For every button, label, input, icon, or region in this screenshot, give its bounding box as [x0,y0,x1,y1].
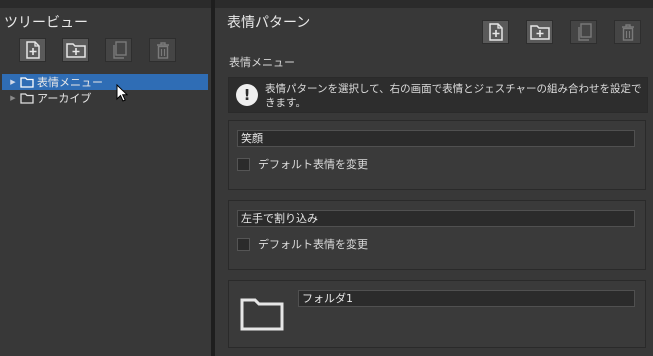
tree-view: ▶ 表情メニュー ▶ アーカイブ [2,74,208,106]
add-pattern-button[interactable] [482,20,509,44]
expand-arrow-icon[interactable]: ▶ [8,78,18,86]
delete-pattern-button[interactable] [614,20,641,44]
add-file-icon [488,23,504,41]
tree-item-label: アーカイブ [37,92,92,105]
breadcrumb: 表情メニュー [229,56,295,69]
checkbox-label: デフォルト表情を変更 [258,158,368,171]
add-folder-icon [529,24,550,40]
checkbox-label: デフォルト表情を変更 [258,238,368,251]
default-expression-option[interactable]: デフォルト表情を変更 [237,236,368,252]
info-message: ! 表情パターンを選択して、右の画面で表情とジェスチャーの組み合わせを設定できま… [228,77,648,113]
folder-icon [18,92,37,104]
window-top-strip [0,0,653,8]
checkbox[interactable] [237,237,250,251]
trash-icon [156,41,170,59]
tree-view-title: ツリービュー [4,15,88,31]
add-folder-button[interactable] [62,38,89,62]
default-expression-option[interactable]: デフォルト表情を変更 [237,156,368,172]
add-menu-button[interactable] [19,38,46,62]
copy-pattern-button[interactable] [570,20,597,44]
pattern-name-field[interactable]: 笑顔 [237,130,635,147]
trash-icon [621,23,635,41]
copy-button[interactable] [105,38,132,62]
folder-icon [18,76,37,88]
info-text: 表情パターンを選択して、右の画面で表情とジェスチャーの組み合わせを設定できます。 [265,83,642,109]
expand-arrow-icon[interactable]: ▶ [8,94,18,102]
delete-button[interactable] [149,38,176,62]
tree-item-archive[interactable]: ▶ アーカイブ [2,90,208,106]
tree-item-expression-menu[interactable]: ▶ 表情メニュー [2,74,208,90]
copy-icon [111,41,127,59]
add-folder-icon [65,42,86,58]
mouse-cursor-icon [116,83,129,105]
tree-item-label: 表情メニュー [37,76,103,89]
expression-pattern-title: 表情パターン [227,15,311,31]
large-folder-icon [240,297,284,334]
copy-icon [576,23,592,41]
add-file-icon [25,41,41,59]
add-pattern-folder-button[interactable] [526,20,553,44]
exclamation-icon: ! [236,84,258,106]
pattern-name-field[interactable]: 左手で割り込み [237,210,635,227]
checkbox[interactable] [237,157,250,171]
folder-name-field[interactable]: フォルダ1 [298,290,635,307]
